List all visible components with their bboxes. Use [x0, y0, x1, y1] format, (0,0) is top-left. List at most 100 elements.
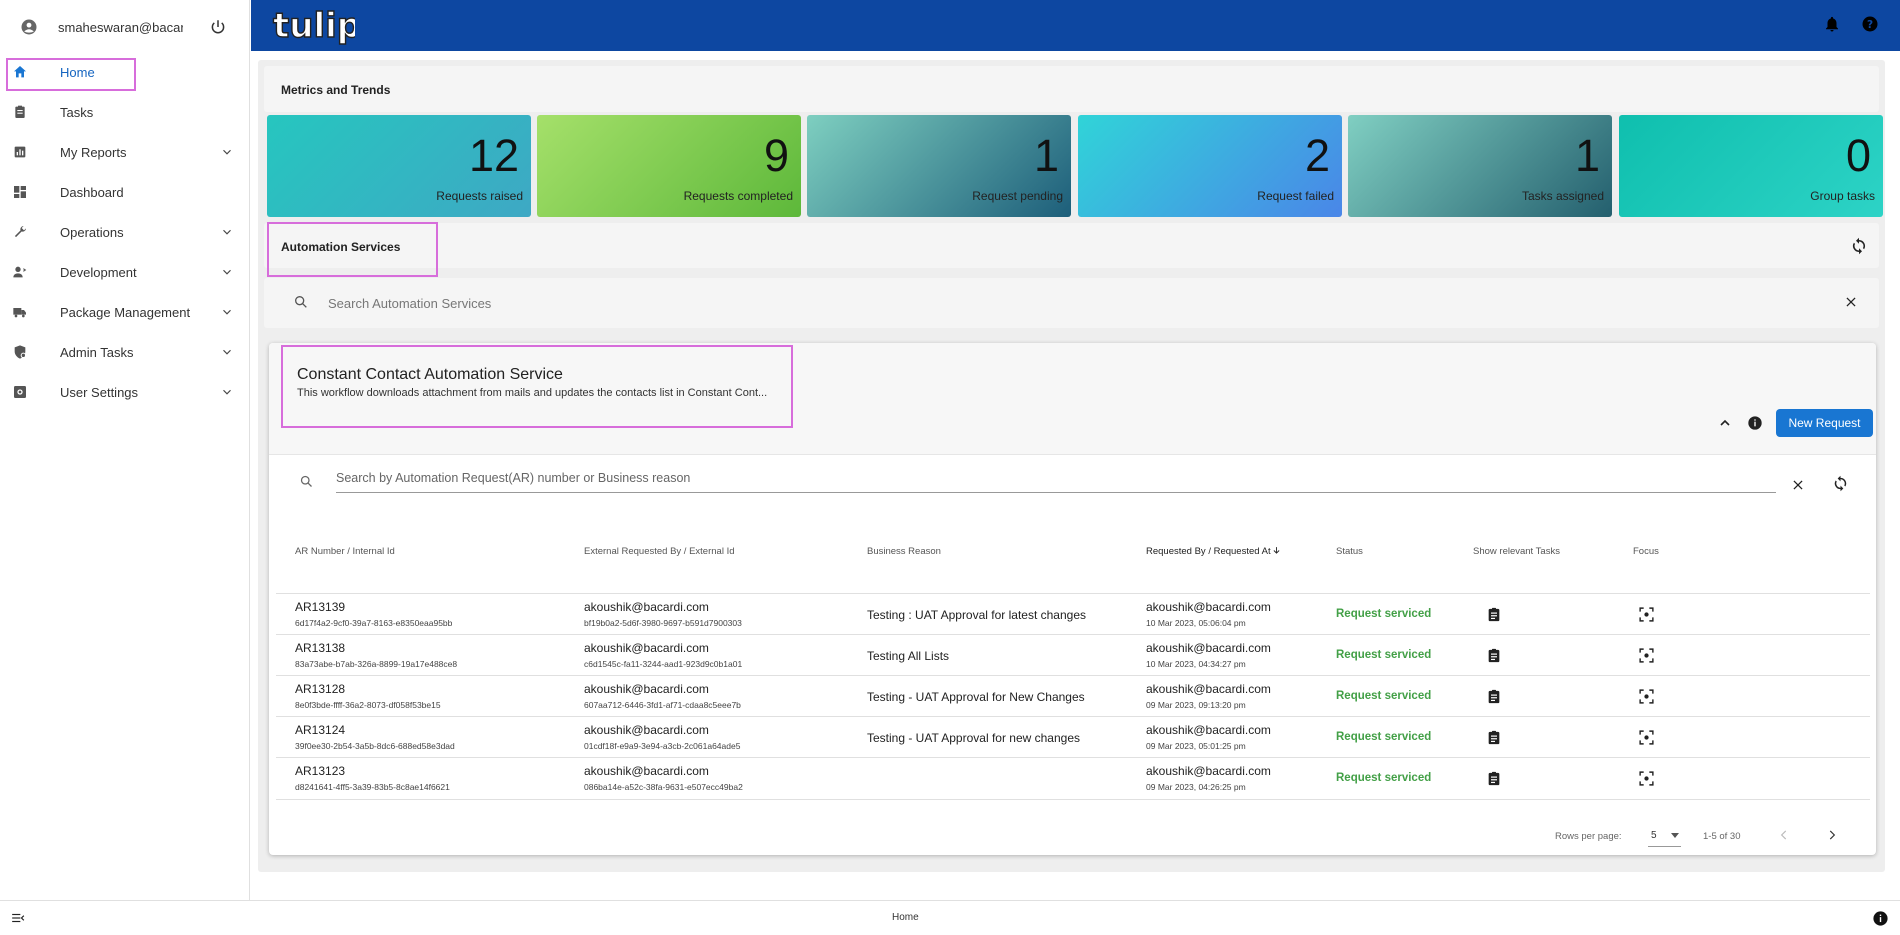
external-requested-by: akoushik@bacardi.com — [584, 723, 709, 737]
help-icon[interactable]: ? — [1861, 15, 1879, 33]
sidebar-item-my-reports[interactable]: My Reports — [0, 132, 250, 172]
metric-card-request-failed[interactable]: 2 Request failed — [1078, 115, 1342, 217]
truck-icon — [13, 308, 26, 318]
rows-per-page-select[interactable]: 5 — [1648, 825, 1681, 847]
new-request-button[interactable]: New Request — [1776, 409, 1873, 437]
status-text: Request serviced — [1336, 649, 1432, 661]
sync-icon[interactable] — [1850, 237, 1868, 255]
chevron-down-icon[interactable] — [220, 225, 234, 239]
chevron-up-icon[interactable] — [1717, 415, 1733, 431]
sidebar-item-development[interactable]: Development — [0, 252, 250, 292]
task-clipboard-icon[interactable] — [1486, 688, 1502, 705]
requested-by: akoushik@bacardi.com — [1146, 600, 1271, 614]
clipboard-icon — [15, 105, 25, 118]
bell-icon[interactable] — [1823, 15, 1841, 33]
chevron-left-icon[interactable] — [1777, 828, 1791, 842]
table-row[interactable]: AR13138 83a73abe-b7ab-326a-8899-19a17e488… — [276, 634, 1870, 675]
focus-center-icon[interactable] — [1638, 606, 1655, 623]
metric-card-request-pending[interactable]: 1 Request pending — [807, 115, 1071, 217]
column-header-external-requested-by: External Requested By / External Id — [584, 546, 735, 557]
status-text: Request serviced — [1336, 608, 1432, 620]
table-row[interactable]: AR13139 6d17f4a2-9cf0-39a7-8163-e8350eaa9… — [276, 593, 1870, 634]
admin-shield-icon — [14, 345, 26, 359]
metric-card-tasks-assigned[interactable]: 1 Tasks assigned — [1348, 115, 1612, 217]
info-icon[interactable] — [1747, 415, 1763, 431]
app-logo[interactable]: tulip — [271, 4, 355, 46]
metric-card-requests-completed[interactable]: 9 Requests completed — [537, 115, 801, 217]
main-panel: Metrics and Trends 12 Requests raised 9 … — [258, 60, 1885, 872]
chevron-down-icon[interactable] — [220, 145, 234, 159]
rows-per-page-label: Rows per page: — [1555, 831, 1622, 842]
metrics-header: Metrics and Trends — [264, 66, 1879, 112]
close-icon[interactable] — [1791, 478, 1805, 492]
power-icon[interactable] — [209, 18, 227, 36]
external-id: 01cdf18f-e9a9-3e94-a3cb-2c061a64ade5 — [584, 741, 741, 751]
metric-value: 1 — [1033, 130, 1059, 181]
ar-number[interactable]: AR13128 — [295, 682, 345, 696]
column-header-business-reason: Business Reason — [867, 546, 941, 557]
table-row[interactable]: AR13128 8e0f3bde-ffff-36a2-8073-df058f53b… — [276, 675, 1870, 716]
sidebar-item-label: Operations — [60, 224, 124, 240]
chevron-down-icon[interactable] — [220, 265, 234, 279]
focus-center-icon[interactable] — [1638, 647, 1655, 664]
table-row[interactable]: AR13124 39f0ee30-2b54-3a5b-8dc6-688ed58e3… — [276, 716, 1870, 757]
metric-label: Request failed — [1257, 189, 1334, 203]
focus-center-icon[interactable] — [1638, 770, 1655, 787]
user-row: smaheswaran@bacar... — [0, 0, 249, 54]
ar-number[interactable]: AR13123 — [295, 764, 345, 778]
tulip-logo-icon: tulip — [272, 5, 355, 46]
menu-collapse-icon[interactable] — [10, 911, 26, 925]
account-circle-icon[interactable] — [20, 18, 38, 36]
chevron-right-icon[interactable] — [1825, 828, 1839, 842]
sync-icon[interactable] — [1832, 475, 1849, 492]
report-icon — [14, 146, 26, 158]
task-clipboard-icon[interactable] — [1486, 729, 1502, 746]
table-row[interactable]: AR13123 d8241641-4ff5-3a39-83b5-8c8ae14f6… — [276, 757, 1870, 798]
ar-search-input[interactable] — [336, 463, 1776, 493]
status-text: Request serviced — [1336, 772, 1432, 784]
sidebar-item-user-settings[interactable]: User Settings — [0, 372, 250, 412]
requested-at: 09 Mar 2023, 09:13:20 pm — [1146, 700, 1246, 710]
sidebar-item-admin-tasks[interactable]: Admin Tasks — [0, 332, 250, 372]
info-icon[interactable] — [1872, 910, 1889, 927]
task-clipboard-icon[interactable] — [1486, 606, 1502, 623]
internal-id: d8241641-4ff5-3a39-83b5-8c8ae14f6621 — [295, 782, 450, 792]
status-text: Request serviced — [1336, 731, 1432, 743]
chevron-down-icon[interactable] — [220, 345, 234, 359]
focus-center-icon[interactable] — [1638, 729, 1655, 746]
task-clipboard-icon[interactable] — [1486, 770, 1502, 787]
automation-search-input[interactable] — [328, 290, 1708, 316]
sidebar-item-operations[interactable]: Operations — [0, 212, 250, 252]
metrics-title: Metrics and Trends — [281, 83, 391, 97]
sidebar-item-package-management[interactable]: Package Management — [0, 292, 250, 332]
sidebar-item-tasks[interactable]: Tasks — [0, 92, 250, 132]
business-reason: Testing All Lists — [867, 649, 950, 663]
highlight-box — [267, 222, 438, 277]
sidebar-item-label: Dashboard — [60, 184, 124, 200]
sidebar-item-label: My Reports — [60, 144, 127, 160]
metric-value: 0 — [1845, 130, 1871, 181]
chevron-down-icon[interactable] — [220, 385, 234, 399]
metric-label: Requests completed — [683, 189, 793, 203]
ar-number[interactable]: AR13139 — [295, 600, 345, 614]
metric-card-group-tasks[interactable]: 0 Group tasks — [1619, 115, 1883, 217]
metric-card-requests-raised[interactable]: 12 Requests raised — [267, 115, 531, 217]
column-header-label: Requested By / Requested At — [1146, 546, 1271, 557]
sidebar-item-dashboard[interactable]: Dashboard — [0, 172, 250, 212]
highlight-box — [6, 58, 136, 91]
arrow-down-icon[interactable] — [1272, 546, 1281, 555]
task-clipboard-icon[interactable] — [1486, 647, 1502, 664]
business-reason: Testing : UAT Approval for latest change… — [867, 608, 1087, 622]
close-icon[interactable] — [1844, 295, 1858, 309]
sidebar-item-label: Tasks — [60, 104, 94, 120]
svg-text:?: ? — [1867, 19, 1873, 31]
highlight-box — [281, 345, 793, 428]
column-header-show-relevant-tasks: Show relevant Tasks — [1473, 546, 1560, 557]
focus-center-icon[interactable] — [1638, 688, 1655, 705]
settings-box-icon — [14, 386, 26, 398]
ar-number[interactable]: AR13124 — [295, 723, 345, 737]
chevron-down-icon[interactable] — [220, 305, 234, 319]
column-header-requested-by[interactable]: Requested By / Requested At — [1146, 546, 1281, 557]
ar-number[interactable]: AR13138 — [295, 641, 345, 655]
requested-at: 09 Mar 2023, 05:01:25 pm — [1146, 741, 1246, 751]
